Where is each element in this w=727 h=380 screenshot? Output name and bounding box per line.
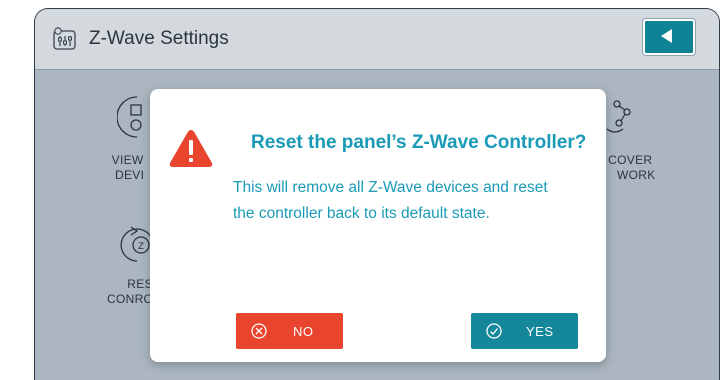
warning-icon xyxy=(168,127,214,174)
zwave-settings-icon xyxy=(53,27,77,56)
network-discover-icon[interactable] xyxy=(605,99,635,144)
discover-network-label: COVER WORK xyxy=(608,153,656,182)
no-button-label: NO xyxy=(293,324,314,339)
cancel-circle-icon xyxy=(251,323,267,342)
no-button[interactable]: NO xyxy=(236,313,343,349)
yes-button[interactable]: YES xyxy=(471,313,578,349)
reset-controller-label: RES CONRO xyxy=(107,277,154,306)
view-devices-label: VIEW DEVI xyxy=(111,153,145,182)
back-arrow-icon xyxy=(661,29,672,43)
check-circle-icon xyxy=(486,323,502,342)
reset-dialog: Reset the panel’s Z-Wave Controller? Thi… xyxy=(150,89,606,362)
dialog-message: This will remove all Z-Wave devices and … xyxy=(233,179,548,222)
back-button[interactable] xyxy=(643,19,695,55)
dialog-title: Reset the panel’s Z-Wave Controller? xyxy=(251,132,587,153)
page-title: Z-Wave Settings xyxy=(89,28,229,49)
header-bar: Z-Wave Settings xyxy=(35,9,719,70)
svg-text:Z: Z xyxy=(138,242,144,252)
yes-button-label: YES xyxy=(526,324,554,339)
